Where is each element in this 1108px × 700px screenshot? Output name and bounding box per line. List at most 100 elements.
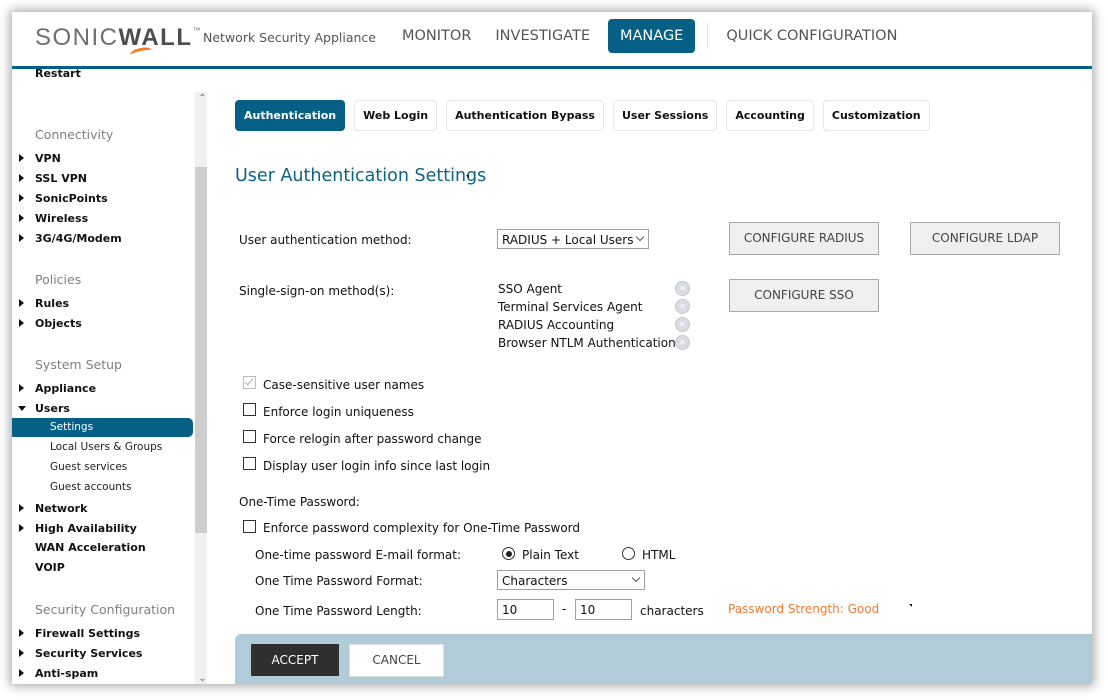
cancel-button[interactable]: CANCEL (349, 644, 444, 677)
main-content: Authentication Web Login Authentication … (212, 69, 1092, 684)
sidebar-item-label: Rules (35, 297, 70, 310)
scrollbar-thumb[interactable] (195, 167, 207, 533)
sidebar-item-label: SonicPoints (35, 192, 108, 205)
expand-arrow-icon (19, 504, 24, 512)
display-login-info-label: Display user login info since last login (263, 459, 491, 473)
chevron-down-icon (631, 573, 641, 583)
sidebar-item-label: Anti-spam (35, 667, 99, 680)
sidebar-item-vpn[interactable]: VPN (19, 152, 61, 165)
sidebar-item-label: VPN (35, 152, 61, 165)
remove-icon[interactable]: ✕ (675, 335, 690, 350)
tab-authentication[interactable]: Authentication (235, 100, 346, 131)
configure-radius-button[interactable]: CONFIGURE RADIUS (729, 222, 879, 255)
scroll-down-icon[interactable]: ⌄ (195, 672, 207, 684)
sonicwall-logo[interactable]: SONICWALL™ (35, 24, 202, 52)
case-sensitive-label: Case-sensitive user names (263, 378, 425, 392)
main-nav: MONITOR INVESTIGATE MANAGE QUICK CONFIGU… (390, 19, 909, 53)
expand-arrow-icon (19, 319, 24, 327)
sidebar-item-security-services[interactable]: Security Services (19, 647, 143, 660)
tab-accounting[interactable]: Accounting (726, 100, 814, 131)
sidebar-item-label: SSL VPN (35, 172, 87, 185)
sidebar-scrollbar[interactable]: ⌃ ⌄ (195, 92, 207, 684)
sso-label: Single-sign-on method(s): (239, 284, 395, 298)
sidebar-section-policies: Policies (35, 272, 82, 287)
sidebar-item-label: Appliance (35, 382, 97, 395)
tab-authentication-bypass[interactable]: Authentication Bypass (446, 100, 604, 131)
accept-button[interactable]: ACCEPT (251, 644, 339, 676)
force-relogin-label: Force relogin after password change (263, 432, 482, 446)
sidebar-item-guest-accounts[interactable]: Guest accounts (50, 481, 131, 493)
remove-icon[interactable]: ✕ (675, 299, 690, 314)
sidebar-item-wireless[interactable]: Wireless (19, 212, 88, 225)
tab-customization[interactable]: Customization (822, 100, 930, 131)
sidebar-section-security-configuration: Security Configuration (35, 602, 176, 617)
expand-arrow-icon (19, 299, 24, 307)
sso-method-item: Terminal Services Agent (498, 300, 643, 314)
enforce-login-uniqueness-label: Enforce login uniqueness (263, 405, 414, 419)
chevron-down-icon (635, 232, 645, 242)
tab-web-login[interactable]: Web Login (354, 100, 438, 131)
nav-investigate[interactable]: INVESTIGATE (483, 19, 602, 53)
nav-quick-configuration[interactable]: QUICK CONFIGURATION (714, 19, 909, 53)
collapse-arrow-icon (18, 406, 26, 411)
otp-heading: One-Time Password: (239, 495, 360, 509)
page-title: User Authentication Settings (235, 166, 487, 186)
plain-text-radio[interactable] (502, 547, 515, 560)
sidebar-item-3g-4g-modem[interactable]: 3G/4G/Modem (19, 232, 122, 245)
sidebar-item-firewall-settings[interactable]: Firewall Settings (19, 627, 140, 640)
password-strength: Password Strength: Good (728, 602, 880, 616)
case-sensitive-checkbox[interactable] (243, 376, 256, 389)
sidebar-item-label: Security Services (35, 647, 143, 660)
remove-icon[interactable]: ✕ (675, 317, 690, 332)
nav-manage[interactable]: MANAGE (608, 19, 696, 53)
otp-complexity-label: Enforce password complexity for One-Time… (263, 521, 581, 535)
auth-method-select[interactable]: RADIUS + Local Users (497, 229, 649, 249)
otp-format-value: Characters (502, 574, 568, 588)
top-header: SONICWALL™ Network Security Appliance MO… (12, 12, 1092, 66)
otp-email-format-label: One-time password E-mail format: (255, 548, 461, 562)
expand-arrow-icon (19, 234, 24, 242)
nav-monitor[interactable]: MONITOR (390, 19, 483, 53)
tab-user-sessions[interactable]: User Sessions (612, 100, 718, 131)
sidebar-item-wan-acceleration[interactable]: WAN Acceleration (35, 541, 146, 554)
otp-length-min-input[interactable]: 10 (497, 599, 554, 620)
enforce-login-uniqueness-checkbox[interactable] (243, 403, 256, 416)
scroll-up-icon[interactable]: ⌃ (195, 92, 207, 106)
sidebar-item-appliance[interactable]: Appliance (19, 382, 97, 395)
expand-arrow-icon (19, 669, 24, 677)
sso-method-item: Browser NTLM Authentication (498, 336, 676, 350)
auth-method-value: RADIUS + Local Users (502, 233, 634, 247)
html-radio[interactable] (622, 547, 635, 560)
sidebar-item-label: Network (35, 502, 88, 515)
sidebar-section-connectivity: Connectivity (35, 127, 114, 142)
configure-sso-button[interactable]: CONFIGURE SSO (729, 279, 879, 312)
sidebar-item-anti-spam[interactable]: Anti-spam (19, 667, 99, 680)
remove-icon[interactable]: ✕ (675, 281, 690, 296)
sidebar-item-voip[interactable]: VOIP (35, 561, 65, 574)
sidebar-item-settings[interactable]: Settings (12, 418, 193, 437)
expand-arrow-icon (19, 629, 24, 637)
sidebar-section-system-setup: System Setup (35, 357, 122, 372)
auth-method-label: User authentication method: (239, 233, 412, 247)
sidebar-item-rules[interactable]: Rules (19, 297, 70, 310)
sidebar-item-users[interactable]: Users (18, 402, 70, 415)
product-name: Network Security Appliance (203, 30, 376, 45)
sidebar-item-restart[interactable]: Restart (35, 69, 81, 80)
display-login-info-checkbox[interactable] (243, 457, 256, 470)
otp-format-select[interactable]: Characters (497, 570, 645, 590)
sidebar-item-local-users-groups[interactable]: Local Users & Groups (50, 441, 162, 453)
force-relogin-checkbox[interactable] (243, 430, 256, 443)
sidebar-item-label: High Availability (35, 522, 137, 535)
sidebar-item-label: Settings (50, 421, 94, 433)
sidebar-item-sonicpoints[interactable]: SonicPoints (19, 192, 108, 205)
length-unit: characters (640, 604, 704, 618)
sidebar-item-ssl-vpn[interactable]: SSL VPN (19, 172, 87, 185)
sidebar-item-guest-services[interactable]: Guest services (50, 461, 127, 473)
tab-bar: Authentication Web Login Authentication … (235, 100, 939, 131)
configure-ldap-button[interactable]: CONFIGURE LDAP (910, 222, 1060, 255)
sidebar-item-high-availability[interactable]: High Availability (19, 522, 137, 535)
sidebar-item-network[interactable]: Network (19, 502, 88, 515)
sidebar-item-objects[interactable]: Objects (19, 317, 82, 330)
otp-length-max-input[interactable]: 10 (575, 599, 632, 620)
otp-complexity-checkbox[interactable] (243, 520, 256, 533)
